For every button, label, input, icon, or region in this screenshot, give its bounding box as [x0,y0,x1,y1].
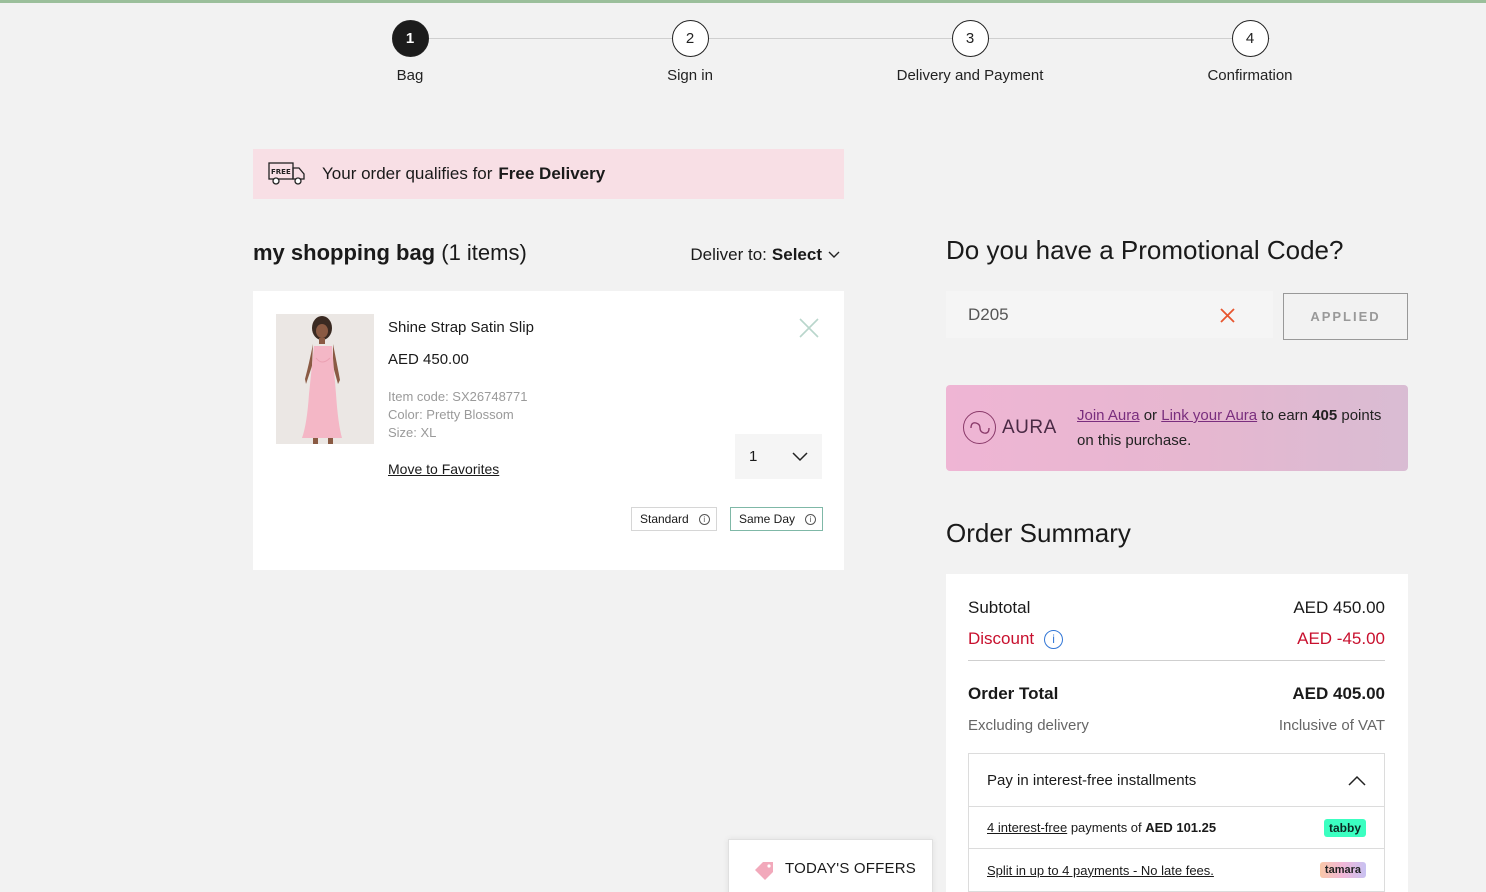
deliver-to-value: Select [771,245,822,264]
tamara-logo: tamara [1319,862,1366,878]
promo-title: Do you have a Promotional Code? [946,235,1344,265]
order-total-value: AED 405.00 [1292,684,1385,703]
close-icon[interactable] [798,317,820,339]
subtotal-row: Subtotal AED 450.00 [968,598,1385,618]
product-image[interactable] [276,314,374,444]
shipping-option-standard[interactable]: Standard i [631,507,717,531]
step-label: Bag [396,67,424,84]
tamara-row: Split in up to 4 payments - No late fees… [969,849,1384,891]
order-summary-panel: Subtotal AED 450.00 Discount i AED -45.00… [946,574,1408,892]
aura-ring-icon [963,411,996,444]
installments-title: Pay in interest-free installments [987,771,1197,789]
step-number: 3 [951,20,989,57]
aura-or: or [1143,407,1158,424]
step-delivery-payment[interactable]: 3 Delivery and Payment [870,20,1070,84]
todays-offers-button[interactable]: TODAY'S OFFERS [728,839,933,892]
step-sign-in[interactable]: 2 Sign in [590,20,790,84]
product-color: Color: Pretty Blossom [388,407,514,422]
aura-wordmark: AURA [1002,416,1057,438]
aura-points: 405 [1312,407,1338,424]
summary-divider [968,660,1385,661]
product-price: AED 450.00 [388,351,469,368]
product-size: Size: XL [388,425,437,440]
tabby-logo: tabby [1323,818,1366,837]
free-delivery-text: Your order qualifies for [322,164,493,183]
step-confirmation[interactable]: 4 Confirmation [1150,20,1350,84]
discount-row: Discount i AED -45.00 [968,629,1385,650]
todays-offers-label: TODAY'S OFFERS [785,860,916,877]
applied-button[interactable]: APPLIED [1283,293,1408,340]
quantity-select[interactable]: 1 [735,434,822,479]
free-delivery-truck-icon: FREE [268,162,305,185]
bag-title-bold: my shopping bag [253,240,436,265]
shipping-option-same-day[interactable]: Same Day i [730,507,824,531]
chevron-down-icon [828,251,840,258]
tabby-row: 4 interest-free payments of AED 101.25 t… [969,807,1384,849]
discount-value: AED -45.00 [1297,629,1385,648]
order-summary-title: Order Summary [946,518,1131,548]
discount-label: Discount [968,629,1035,648]
bag-item-card: Shine Strap Satin Slip AED 450.00 Item c… [253,291,844,570]
free-delivery-banner: FREE Your order qualifies for Free Deliv… [253,149,844,199]
tamara-link[interactable]: Split in up to 4 payments - No late fees… [987,863,1214,878]
tabby-link[interactable]: 4 interest-free [987,820,1067,835]
installments-box: Pay in interest-free installments 4 inte… [968,753,1385,892]
subtotal-value: AED 450.00 [1293,598,1385,617]
step-label: Confirmation [1207,67,1293,84]
link-aura-link[interactable]: Link your Aura [1161,407,1257,424]
product-item-code: Item code: SX26748771 [388,389,528,404]
step-bag[interactable]: 1 Bag [310,20,510,84]
aura-loyalty-banner: AURA Join Aura or Link your Aura to earn… [946,385,1408,471]
shipping-option-label: Same Day [739,512,796,526]
bag-title: my shopping bag (1 items) [253,240,527,266]
tabby-amount: AED 101.25 [1145,820,1217,835]
bag-item-count: (1 items) [441,240,527,265]
vat-row: Excluding delivery Inclusive of VAT [968,717,1385,734]
installments-toggle[interactable]: Pay in interest-free installments [969,754,1384,807]
aura-message: Join Aura or Link your Aura to earn 405 … [1077,403,1397,453]
info-icon[interactable]: i [698,513,710,525]
step-number: 1 [391,20,429,57]
top-accent-line [0,0,1486,3]
move-to-favorites-link[interactable]: Move to Favorites [388,461,499,477]
deliver-to-selector[interactable]: Deliver to: Select [690,245,840,265]
order-total-row: Order Total AED 405.00 [968,684,1385,704]
chevron-down-icon [792,451,808,461]
step-label: Sign in [667,67,713,84]
join-aura-link[interactable]: Join Aura [1077,407,1140,424]
clear-icon[interactable] [1219,307,1236,324]
step-label: Delivery and Payment [896,67,1044,84]
shipping-option-label: Standard [640,512,689,526]
product-photo-icon [276,314,374,444]
stepper-line [410,38,1270,39]
tag-icon [755,862,773,880]
product-name[interactable]: Shine Strap Satin Slip [388,319,534,336]
step-number: 4 [1231,20,1269,57]
chevron-up-icon [1348,775,1366,786]
checkout-stepper: 1 Bag 2 Sign in 3 Delivery and Payment 4… [340,20,1340,90]
info-icon[interactable]: i [805,513,817,525]
aura-logo: AURA [963,411,1057,444]
excluding-delivery: Excluding delivery [968,717,1089,734]
subtotal-label: Subtotal [968,598,1031,617]
svg-text:FREE: FREE [271,168,291,176]
inclusive-vat: Inclusive of VAT [1278,717,1385,734]
step-number: 2 [671,20,709,57]
tabby-text: payments of [1070,820,1142,835]
deliver-to-label: Deliver to: [690,245,767,264]
info-icon[interactable]: i [1044,630,1064,650]
free-delivery-bold: Free Delivery [498,164,606,183]
order-total-label: Order Total [968,684,1059,703]
aura-earn: to earn [1261,407,1308,424]
quantity-value: 1 [749,448,758,465]
